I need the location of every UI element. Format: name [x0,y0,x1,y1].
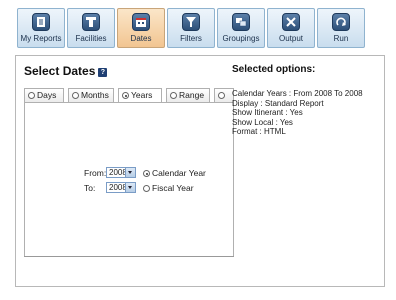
chevron-down-icon[interactable] [125,183,135,192]
from-year-select[interactable]: 2008 [106,167,136,178]
groupings-icon [232,13,250,31]
tab-years-label: Years [131,90,153,100]
tab-years[interactable]: Years [118,88,162,102]
option-line: Calendar Years : From 2008 To 2008 [232,89,363,98]
selected-options: Selected options: Calendar Years : From … [232,64,382,137]
my-reports-button[interactable]: My Reports [17,8,65,48]
tab-content-bottom-border [24,256,234,257]
tab-days[interactable]: Days [24,88,64,102]
to-year-select[interactable]: 2008 [106,182,136,193]
tab-months[interactable]: Months [68,88,114,102]
date-mode-tabs: Days Months Years Range [24,88,234,102]
help-icon[interactable]: ? [98,68,108,77]
overflow-radio[interactable] [218,92,225,99]
tab-content [24,102,234,256]
tab-range-label: Range [179,90,205,100]
to-label: To: [84,183,96,193]
groupings-button[interactable]: Groupings [217,8,265,48]
run-label: Run [333,34,349,43]
tab-days-label: Days [37,90,57,100]
panel-title: Select Dates? [24,64,108,78]
tab-range[interactable]: Range [166,88,210,102]
groupings-label: Groupings [222,34,260,43]
facilities-label: Facilities [75,34,107,43]
days-radio[interactable] [28,92,35,99]
output-label: Output [278,34,303,43]
chevron-down-icon[interactable] [125,168,135,177]
years-radio[interactable] [122,92,129,99]
panel-title-text: Select Dates [24,64,96,78]
facilities-button[interactable]: Facilities [67,8,115,48]
calendar-icon [132,13,150,31]
months-radio[interactable] [72,92,79,99]
option-line: Format : HTML [232,127,286,136]
fiscal-year-radio[interactable] [143,185,150,192]
run-icon [332,13,350,31]
selected-options-heading: Selected options: [232,64,316,75]
tab-months-label: Months [81,90,109,100]
reports-icon [32,13,50,31]
option-line: Show Itinerant : Yes [232,108,303,117]
my-reports-label: My Reports [20,34,62,43]
main-toolbar: My Reports Facilities Dates Filters Grou… [17,8,365,50]
filters-button[interactable]: Filters [167,8,215,48]
dates-label: Dates [130,34,152,43]
filters-label: Filters [180,34,202,43]
tools-icon [282,13,300,31]
range-radio[interactable] [170,92,177,99]
dates-button[interactable]: Dates [117,8,165,48]
calendar-year-radio[interactable] [143,170,150,177]
selected-options-list: Calendar Years : From 2008 To 2008 Displ… [232,89,382,137]
option-line: Display : Standard Report [232,98,324,108]
calendar-year-option[interactable]: Calendar Year [143,167,206,179]
fiscal-year-label: Fiscal Year [152,183,194,193]
run-button[interactable]: Run [317,8,365,48]
calendar-year-label: Calendar Year [152,168,206,178]
facilities-icon [82,13,100,31]
tab-overflow[interactable] [214,88,234,102]
fiscal-year-option[interactable]: Fiscal Year [143,182,194,194]
filter-icon [182,13,200,31]
option-line: Show Local : Yes [232,117,293,127]
from-label: From: [84,168,107,178]
output-button[interactable]: Output [267,8,315,48]
date-selection-panel: Select Dates? Days Months Years Range Fr… [15,55,385,287]
